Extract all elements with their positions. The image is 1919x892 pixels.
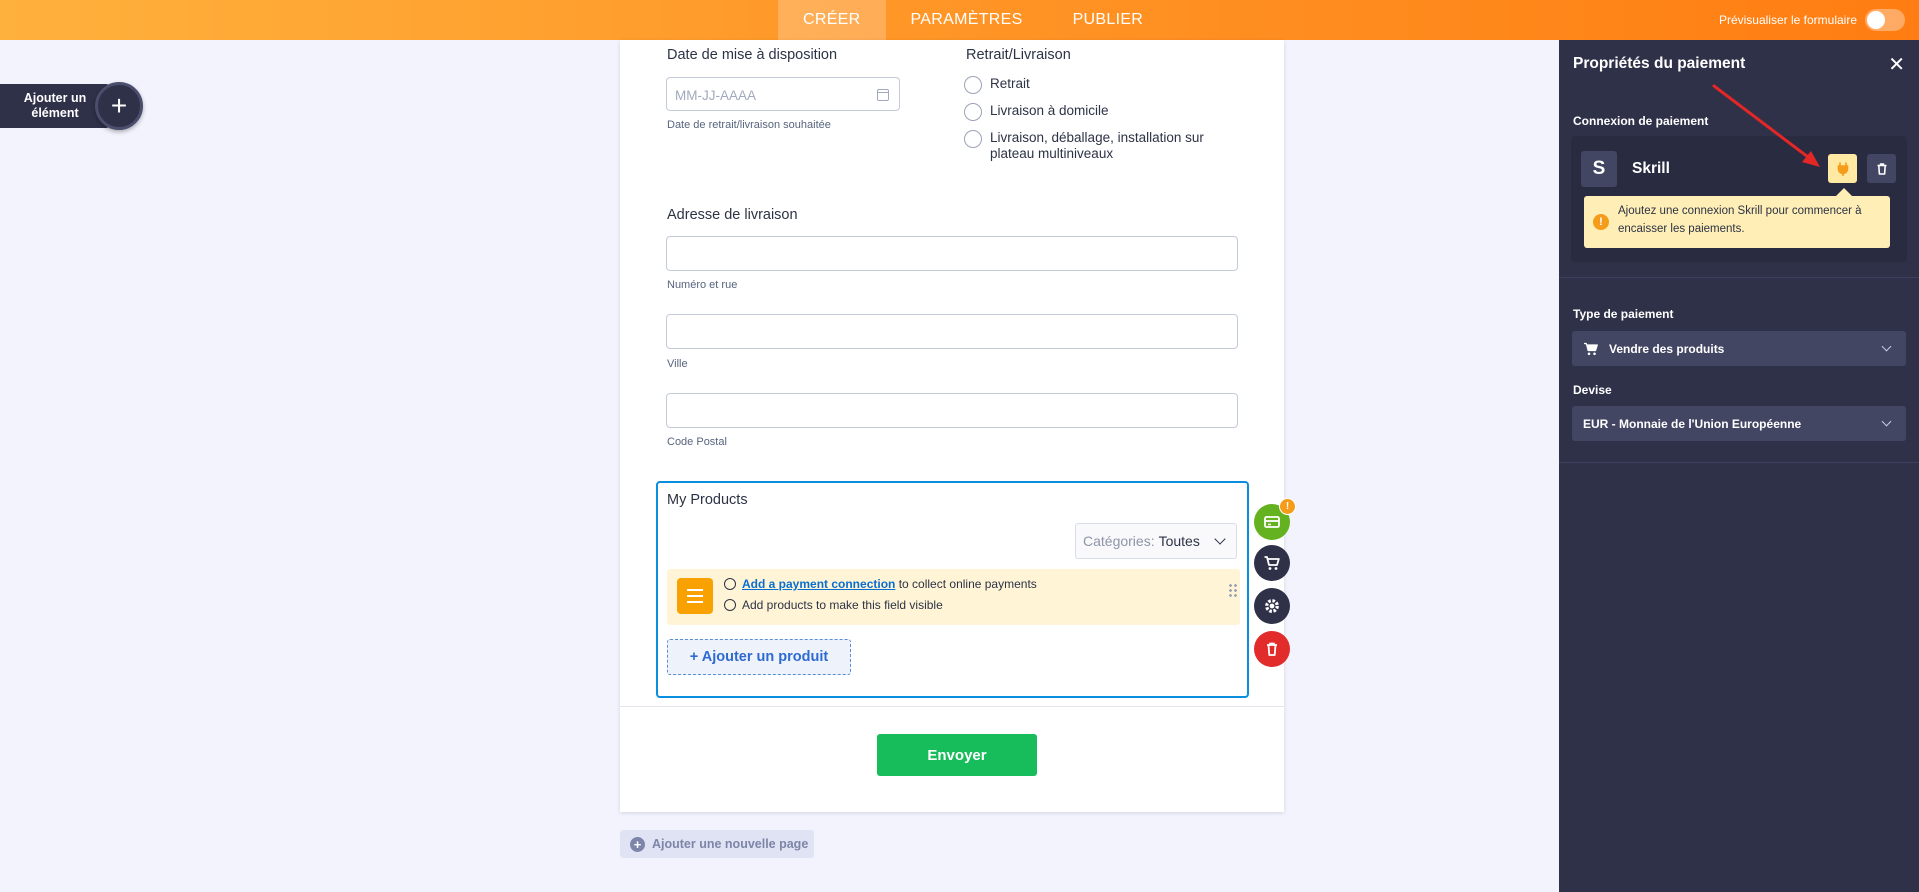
plus-circle-icon: + <box>630 836 645 852</box>
panel-divider <box>1559 462 1919 463</box>
warning-icon: ! <box>1593 214 1609 230</box>
street-input[interactable] <box>666 236 1238 271</box>
preview-form-label: Prévisualiser le formulaire <box>1718 13 1857 27</box>
radio-option-label: Retrait <box>990 76 1030 91</box>
chevron-down-icon <box>1881 416 1892 427</box>
date-input[interactable]: MM-JJ-AAAA <box>666 77 900 111</box>
credit-card-icon <box>1264 516 1280 528</box>
add-page-label: Ajouter une nouvelle page <box>652 837 809 851</box>
currency-label: Devise <box>1573 383 1612 397</box>
category-select[interactable]: Catégories: Toutes <box>1075 523 1237 559</box>
add-product-button[interactable]: + Ajouter un produit <box>667 639 851 675</box>
trash-icon <box>1267 642 1277 656</box>
connect-skrill-tooltip: ! Ajoutez une connexion Skrill pour comm… <box>1584 188 1890 248</box>
notice-step-products: Add products to make this field visible <box>724 598 943 612</box>
toggle-knob <box>1867 11 1885 29</box>
tooltip-text: Ajoutez une connexion Skrill pour commen… <box>1618 205 1862 235</box>
delivery-field-label: Retrait/Livraison <box>966 47 1071 63</box>
products-setup-notice: Add a payment connection to collect onli… <box>667 569 1240 625</box>
gear-icon <box>1265 599 1279 613</box>
radio-button[interactable] <box>964 130 982 148</box>
warning-badge: ! <box>1279 498 1296 515</box>
annotation-arrow-icon <box>1712 84 1820 167</box>
notice-step-text: to collect online payments <box>898 577 1037 591</box>
add-page-button[interactable]: + Ajouter une nouvelle page <box>620 830 814 858</box>
payment-type-label: Type de paiement <box>1573 307 1674 321</box>
currency-value: EUR - Monnaie de l'Union Européenne <box>1583 416 1802 431</box>
notice-step-text: Add products to make this field visible <box>742 598 943 612</box>
payment-type-value: Vendre des produits <box>1609 341 1725 356</box>
products-field[interactable]: My Products Catégories: Toutes Add a pay… <box>656 481 1249 698</box>
notice-step-payment: Add a payment connection to collect onli… <box>724 577 1037 591</box>
radio-option-pickup[interactable]: Retrait <box>964 76 1030 94</box>
trash-icon <box>1877 162 1886 175</box>
preview-form-toggle[interactable] <box>1865 9 1905 31</box>
radio-button[interactable] <box>964 76 982 94</box>
step-circle-icon <box>724 578 736 590</box>
category-prefix: Catégories: <box>1083 533 1155 549</box>
city-input[interactable] <box>666 314 1238 349</box>
currency-select[interactable]: EUR - Monnaie de l'Union Européenne <box>1572 406 1906 441</box>
close-icon[interactable]: ✕ <box>1888 52 1905 77</box>
preview-form-control: Prévisualiser le formulaire <box>1719 0 1905 40</box>
add-payment-connection-link[interactable]: Add a payment connection <box>742 577 895 591</box>
panel-title: Propriétés du paiement <box>1573 55 1746 72</box>
calendar-icon[interactable] <box>877 89 889 101</box>
plug-icon <box>1837 161 1848 176</box>
zip-sublabel: Code Postal <box>667 436 727 448</box>
address-field-label: Adresse de livraison <box>667 207 798 223</box>
panel-divider <box>1559 277 1919 278</box>
delete-field-button[interactable] <box>1254 631 1290 667</box>
category-value: Toutes <box>1158 533 1200 549</box>
radio-option-install-delivery[interactable]: Livraison, déballage, installation sur p… <box>964 130 1234 162</box>
date-field-label: Date de mise à disposition <box>667 47 838 63</box>
add-element-label[interactable]: Ajouter un élément <box>0 84 110 128</box>
cart-icon <box>1264 556 1280 570</box>
zip-input[interactable] <box>666 393 1238 428</box>
submit-button[interactable]: Envoyer <box>877 734 1037 776</box>
city-sublabel: Ville <box>667 358 688 370</box>
plus-icon: + <box>110 90 128 121</box>
radio-option-label: Livraison, déballage, installation sur p… <box>990 130 1204 161</box>
chevron-down-icon <box>1214 533 1226 545</box>
form-canvas: Date de mise à disposition MM-JJ-AAAA Da… <box>620 40 1284 812</box>
chevron-down-icon <box>1881 341 1892 352</box>
add-element-control: Ajouter un élément + <box>0 82 143 130</box>
remove-gateway-button[interactable] <box>1867 154 1896 183</box>
tab-settings[interactable]: PARAMÈTRES <box>886 0 1048 40</box>
form-divider <box>620 706 1284 707</box>
date-placeholder: MM-JJ-AAAA <box>675 88 756 103</box>
add-element-button[interactable]: + <box>95 82 143 130</box>
payment-type-select[interactable]: Vendre des produits <box>1572 331 1906 366</box>
products-field-title: My Products <box>667 492 748 508</box>
step-circle-icon <box>724 599 736 611</box>
radio-option-label: Livraison à domicile <box>990 103 1109 118</box>
connect-gateway-button[interactable] <box>1828 154 1857 183</box>
radio-button[interactable] <box>964 103 982 121</box>
products-button[interactable] <box>1254 545 1290 581</box>
checklist-icon <box>677 578 713 614</box>
field-settings-button[interactable] <box>1254 588 1290 624</box>
builder-tabs: CRÉER PARAMÈTRES PUBLIER <box>778 0 1168 40</box>
payment-connection-label: Connexion de paiement <box>1573 114 1709 128</box>
drag-handle-icon[interactable] <box>1228 583 1238 597</box>
skrill-logo-icon: S <box>1581 151 1617 187</box>
date-sublabel: Date de retrait/livraison souhaitée <box>667 119 831 131</box>
gateway-name: Skrill <box>1632 160 1670 177</box>
radio-option-home-delivery[interactable]: Livraison à domicile <box>964 103 1109 121</box>
top-navigation-bar: CRÉER PARAMÈTRES PUBLIER Prévisualiser l… <box>0 0 1919 40</box>
cart-icon <box>1584 342 1598 355</box>
tab-create[interactable]: CRÉER <box>778 0 886 40</box>
tab-publish[interactable]: PUBLIER <box>1048 0 1169 40</box>
street-sublabel: Numéro et rue <box>667 279 738 291</box>
